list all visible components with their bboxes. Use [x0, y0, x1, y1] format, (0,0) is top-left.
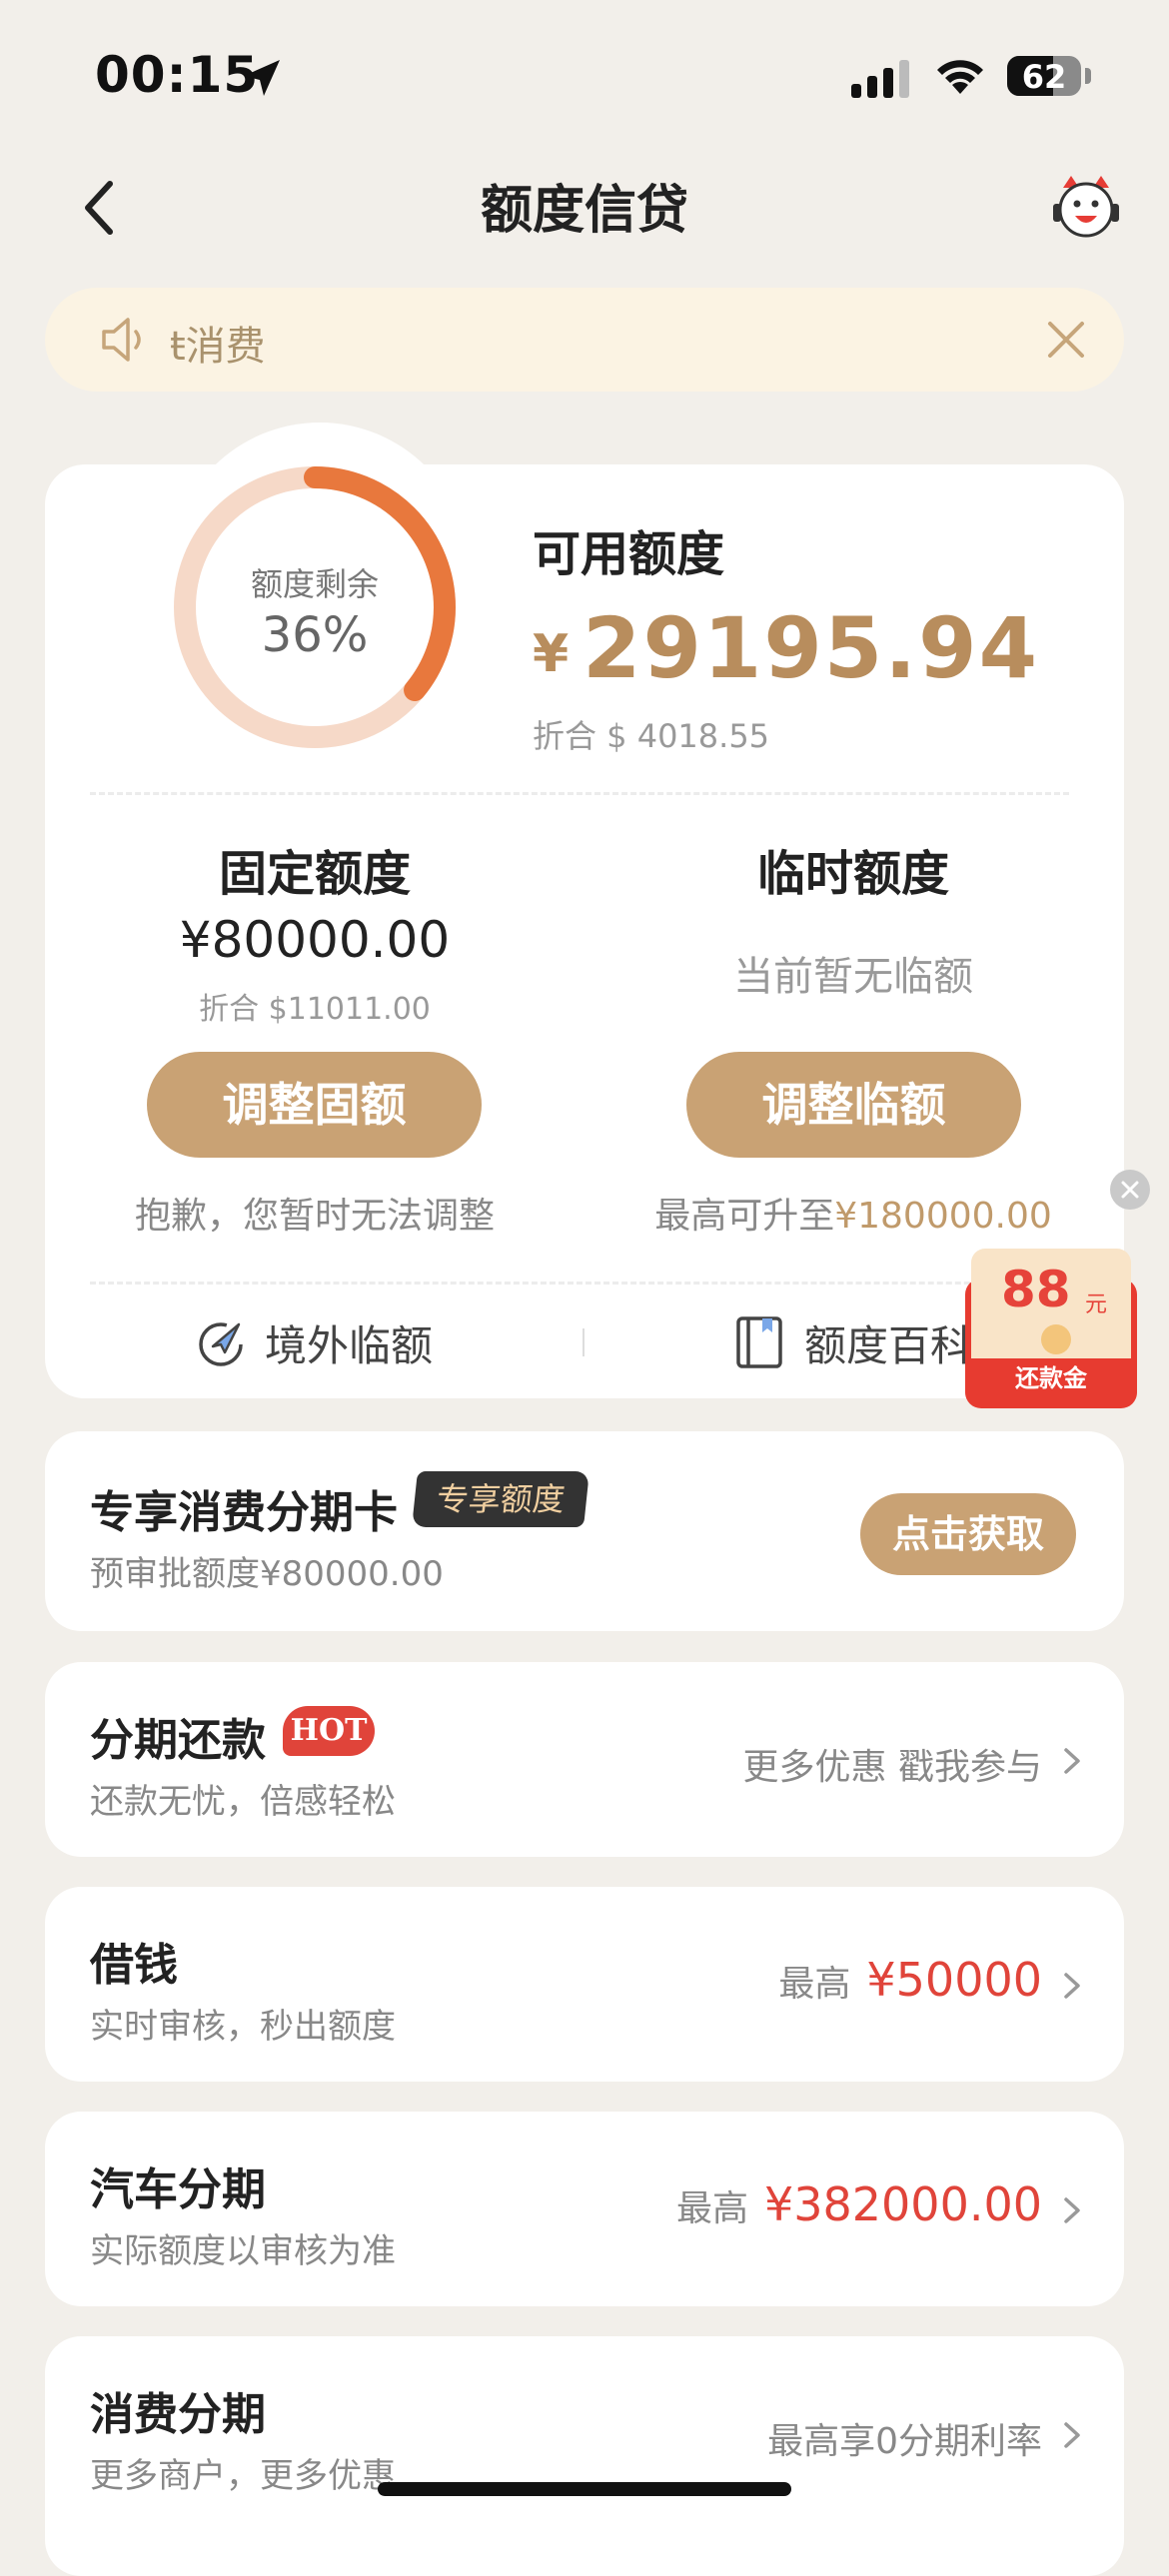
installment-card-title: 专享消费分期卡 [90, 1487, 398, 1538]
link-separator [583, 1328, 584, 1356]
installment-card-subtitle: 预审批额度¥80000.00 [90, 1554, 444, 1594]
nav-bar: 额度信贷 [0, 150, 1169, 260]
available-credit-usd: 折合 $ 4018.55 [533, 717, 770, 755]
chevron-right-icon [1064, 2197, 1080, 2223]
wifi-icon [937, 60, 983, 94]
temp-note-amount: ¥180000.00 [834, 1196, 1052, 1237]
chevron-right-icon [1064, 2422, 1080, 2448]
red-packet-card: 88 元 [971, 1249, 1131, 1358]
available-credit-amount: 29195.94 [583, 599, 1040, 697]
adjust-fixed-button[interactable]: 调整固额 [147, 1052, 482, 1158]
overseas-temp-credit-label: 境外临额 [265, 1321, 434, 1370]
ring-percent: 36% [261, 607, 369, 663]
get-card-button[interactable]: 点击获取 [860, 1493, 1076, 1575]
service-title: 消费分期 [90, 2389, 266, 2440]
service-row-consumer-installment[interactable]: 消费分期 更多商户，更多优惠 最高享0分期利率 [45, 2336, 1124, 2576]
service-right-text: 最高 ¥382000.00 [676, 2177, 1042, 2231]
service-subtitle: 还款无忧，倍感轻松 [90, 1782, 396, 1822]
cellular-signal-icon [851, 60, 909, 98]
max-prefix: 最高 [778, 1964, 851, 2005]
service-title: 汽车分期 [90, 2164, 266, 2215]
notice-text: ŧ消费 [170, 324, 266, 370]
temp-credit-title: 临时额度 [756, 846, 949, 902]
plane-globe-icon [199, 1322, 243, 1366]
temp-credit-note: 最高可升至¥180000.00 [593, 1187, 1113, 1239]
chevron-right-icon [1064, 1748, 1080, 1774]
service-subtitle: 更多商户，更多优惠 [90, 2456, 396, 2496]
overseas-temp-credit-link[interactable]: 境外临额 [195, 1308, 495, 1378]
temp-credit-status: 当前暂无临额 [733, 954, 973, 1000]
max-amount: ¥50000 [866, 1953, 1042, 2007]
fixed-credit-amount: ¥80000.00 [179, 911, 451, 969]
temp-note-prefix: 最高可升至 [654, 1196, 835, 1237]
location-arrow-icon [244, 60, 280, 96]
divider [90, 792, 1069, 795]
battery-nub [1085, 68, 1091, 84]
status-time: 00:15 [95, 46, 260, 104]
ring-label: 额度剩余 [250, 565, 379, 603]
adjust-temp-button[interactable]: 调整临额 [686, 1052, 1021, 1158]
status-bar: 00:15 62 [0, 0, 1169, 140]
speaker-icon [102, 318, 141, 362]
service-right-text: 最高享0分期利率 [767, 2421, 1042, 2462]
credit-wiki-label: 额度百科 [804, 1321, 973, 1370]
service-right-text: 最高 ¥50000 [778, 1953, 1042, 2007]
battery-icon: 62 [1007, 56, 1081, 96]
service-row-installment-repay[interactable]: 分期还款 HOT 还款无忧，倍感轻松 更多优惠 戳我参与 [45, 1662, 1124, 1857]
service-row-car-installment[interactable]: 汽车分期 实际额度以审核为准 最高 ¥382000.00 [45, 2112, 1124, 2306]
close-icon [1121, 1181, 1139, 1199]
coin-icon [1041, 1324, 1071, 1354]
repayment-red-packet[interactable]: 88 元 还款金 [965, 1249, 1137, 1408]
battery-level: 62 [1021, 58, 1067, 96]
service-subtitle: 实际额度以审核为准 [90, 2231, 396, 2271]
service-subtitle: 实时审核，秒出额度 [90, 2007, 396, 2047]
fixed-credit-usd: 折合 $11011.00 [199, 992, 431, 1027]
currency-symbol: ¥ [533, 624, 570, 684]
red-packet-label: 还款金 [1015, 1364, 1087, 1392]
installment-card-promo[interactable]: 专享消费分期卡 专享额度 预审批额度¥80000.00 点击获取 [45, 1431, 1124, 1631]
fixed-credit-note: 抱歉，您暂时无法调整 [134, 1196, 495, 1237]
hot-badge: HOT [283, 1706, 375, 1756]
notice-bar[interactable]: ŧ消费 [45, 288, 1124, 392]
service-title: 借钱 [90, 1940, 178, 1991]
book-icon [736, 1316, 782, 1368]
page-title: 额度信贷 [480, 181, 688, 241]
close-red-packet-button[interactable] [1110, 1170, 1150, 1210]
red-packet-amount: 88 [1001, 1261, 1071, 1318]
max-prefix: 最高 [675, 2188, 748, 2229]
close-icon[interactable] [1044, 318, 1088, 362]
service-title: 分期还款 [90, 1715, 266, 1766]
home-indicator[interactable] [378, 2482, 791, 2496]
credit-wiki-link[interactable]: 额度百科 [734, 1308, 974, 1378]
divider [90, 1282, 1069, 1285]
service-right-text: 更多优惠 戳我参与 [742, 1747, 1042, 1788]
exclusive-credit-badge: 专享额度 [412, 1471, 589, 1527]
red-packet-unit: 元 [1085, 1292, 1108, 1317]
chevron-right-icon [1064, 1973, 1080, 1999]
available-credit-label: 可用额度 [533, 526, 725, 582]
fixed-credit-title: 固定额度 [218, 846, 411, 902]
mascot-icon[interactable] [1051, 174, 1121, 240]
max-amount: ¥382000.00 [763, 2177, 1042, 2231]
service-row-borrow[interactable]: 借钱 实时审核，秒出额度 最高 ¥50000 [45, 1887, 1124, 2082]
